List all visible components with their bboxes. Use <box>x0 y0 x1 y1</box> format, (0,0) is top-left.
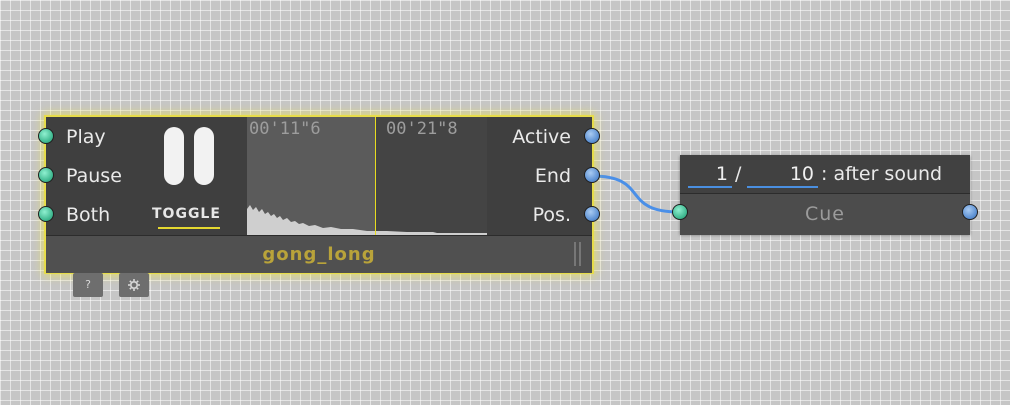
pos-output-port[interactable] <box>584 206 600 222</box>
toggle-button[interactable]: TOGGLE <box>152 206 221 222</box>
settings-button[interactable] <box>119 273 149 297</box>
cue-settings-row: 1 / 10 : after sound <box>680 155 970 193</box>
sound-player-node[interactable]: Play Pause Both TOGGLE 00'11"6 00'21"8 A… <box>46 117 592 273</box>
cue-current-field[interactable]: 1 <box>688 162 732 188</box>
sound-name[interactable]: gong_long <box>46 236 592 273</box>
cue-output-port[interactable] <box>962 204 978 220</box>
help-button[interactable]: ? <box>73 273 103 297</box>
end-output-port[interactable] <box>584 167 600 183</box>
pause-input-port[interactable] <box>38 167 54 183</box>
total-time: 00'21"8 <box>386 119 458 139</box>
play-input-port[interactable] <box>38 128 54 144</box>
input-label-pause: Pause <box>66 165 122 187</box>
playhead[interactable] <box>375 117 376 235</box>
cue-node[interactable]: 1 / 10 : after sound Cue <box>680 155 970 235</box>
cue-title: Cue <box>805 203 845 225</box>
input-label-both: Both <box>66 204 111 226</box>
cue-input-port[interactable] <box>672 204 688 220</box>
cue-total-field[interactable]: 10 <box>747 162 818 188</box>
cue-separator: / <box>735 163 742 185</box>
output-label-pos: Pos. <box>532 204 571 226</box>
output-label-active: Active <box>512 126 571 148</box>
gear-icon <box>128 279 140 291</box>
elapsed-time: 00'11"6 <box>249 119 321 139</box>
active-output-port[interactable] <box>584 128 600 144</box>
player-footer: gong_long <box>46 235 592 273</box>
resize-grip[interactable] <box>579 242 581 266</box>
resize-grip[interactable] <box>574 242 576 266</box>
both-input-port[interactable] <box>38 206 54 222</box>
toggle-indicator <box>158 227 220 229</box>
output-label-end: End <box>534 165 571 187</box>
cue-title-bar: Cue <box>680 193 970 235</box>
cue-mode-label[interactable]: : after sound <box>821 162 942 186</box>
input-label-play: Play <box>66 126 106 148</box>
